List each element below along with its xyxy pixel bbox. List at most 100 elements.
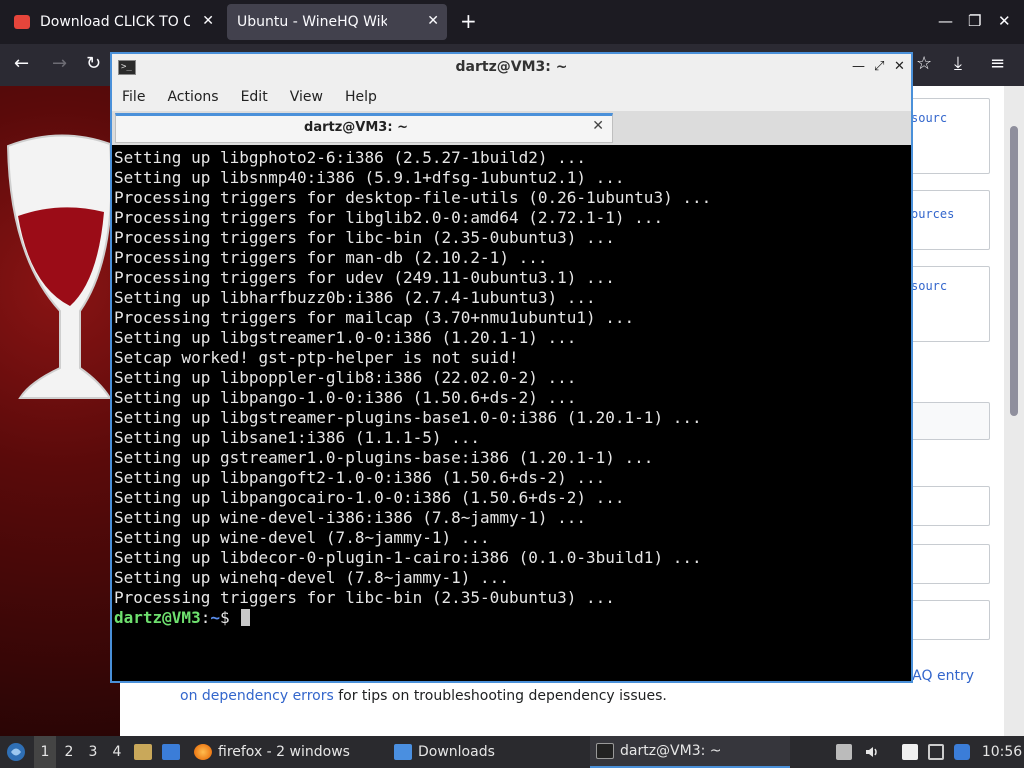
display-icon[interactable] [928,744,944,760]
clock[interactable]: 10:56 [982,736,1022,768]
menu-help[interactable]: Help [345,89,377,105]
terminal-icon [596,743,614,759]
prompt-separator: : [200,608,211,627]
task-label: Downloads [418,744,495,760]
wine-glass-logo-icon [6,134,113,399]
wiki-code-box [910,402,990,440]
dependency-errors-link[interactable]: on dependency errors [180,688,334,704]
workspace-2[interactable]: 2 [58,736,80,768]
forward-icon[interactable]: → [52,54,67,74]
browser-scrollbar[interactable] [1004,86,1024,736]
terminal-menubar: File Actions Edit View Help [112,83,911,111]
start-menu-button[interactable] [4,736,28,768]
terminal-close-button[interactable]: ✕ [894,59,905,75]
terminal-line: Setting up gstreamer1.0-plugins-base:i38… [114,448,654,467]
terminal-line: Setting up libsane1:i386 (1.1.1-5) ... [114,428,481,447]
workspace-4[interactable]: 4 [106,736,128,768]
terminal-line: Setting up libpango-1.0-0:i386 (1.50.6+d… [114,388,577,407]
wiki-code-box: sourc [910,98,990,174]
wiki-code-box: sourc [910,266,990,342]
terminal-line: Setcap worked! gst-ptp-helper is not sui… [114,348,519,367]
terminal-line: Setting up wine-devel-i386:i386 (7.8~jam… [114,508,587,527]
wiki-link[interactable]: sourc [911,279,947,293]
terminal-lines: Setting up libgphoto2-6:i386 (2.5.27-1bu… [114,148,911,608]
bookmark-star-icon[interactable]: ☆ [916,54,932,74]
prompt-user: dartz@VM3 [114,608,201,627]
terminal-line: Processing triggers for libglib2.0-0:amd… [114,208,664,227]
new-tab-button[interactable]: + [460,10,477,32]
workspace-1[interactable]: 1 [34,736,56,768]
terminal-line: Processing triggers for libc-bin (2.35-0… [114,588,615,607]
downloads-icon[interactable]: ⤓ [954,54,962,74]
browser-tab-title: Download CLICK TO CON [40,14,190,30]
terminal-line: Setting up libdecor-0-plugin-1-cairo:i38… [114,548,702,567]
maximize-button[interactable]: ❐ [968,12,981,30]
browser-tab-bar: Download CLICK TO CON ✕ Ubuntu - WineHQ … [0,0,1024,44]
terminal-line: Setting up libgstreamer1.0-0:i386 (1.20.… [114,328,577,347]
notes-icon[interactable] [902,744,918,760]
task-label: firefox - 2 windows [218,744,350,760]
terminal-line: Setting up wine-devel (7.8~jammy-1) ... [114,528,490,547]
terminal-line: Setting up libgstreamer-plugins-base1.0-… [114,408,702,427]
minimize-button[interactable]: — [938,12,953,30]
browser-tab-winehq[interactable]: Ubuntu - WineHQ Wiki ✕ [227,4,447,40]
network-icon[interactable] [954,744,970,760]
browser-tab-title: Ubuntu - WineHQ Wiki [237,14,387,30]
taskbar: 1 2 3 4 firefox - 2 windows Downloads da… [0,736,1024,768]
terminal-minimize-button[interactable]: — [852,59,865,75]
menu-file[interactable]: File [122,89,145,105]
terminal-line: Setting up libharfbuzz0b:i386 (2.7.4-1ub… [114,288,596,307]
task-downloads[interactable]: Downloads [394,736,574,768]
workspace-3[interactable]: 3 [82,736,104,768]
wine-background-image [0,86,120,736]
close-button[interactable]: ✕ [998,12,1011,30]
file-cabinet-icon [134,744,152,760]
folder-icon [394,744,412,760]
menu-view[interactable]: View [290,89,323,105]
terminal-line: Setting up libsnmp40:i386 (5.9.1+dfsg-1u… [114,168,625,187]
terminal-line: Setting up winehq-devel (7.8~jammy-1) ..… [114,568,509,587]
volume-icon[interactable] [864,744,880,760]
terminal-line: Setting up libpangoft2-1.0-0:i386 (1.50.… [114,468,606,487]
terminal-line: Setting up libgphoto2-6:i386 (2.5.27-1bu… [114,148,587,167]
clipboard-icon[interactable] [836,744,852,760]
wiki-code-box [910,486,990,526]
app-menu-icon[interactable]: ≡ [990,54,1005,74]
menu-edit[interactable]: Edit [241,89,268,105]
show-desktop-launcher[interactable] [162,736,186,768]
terminal-window: >_ dartz@VM3: ~ — ⤢ ✕ File Actions Edit … [110,52,913,683]
task-label: dartz@VM3: ~ [620,743,722,759]
terminal-tab-close-icon[interactable]: ✕ [592,118,604,134]
tab-close-icon[interactable]: ✕ [427,13,439,29]
terminal-tab[interactable]: dartz@VM3: ~ ✕ [115,113,613,143]
browser-tab-download[interactable]: Download CLICK TO CON ✕ [4,4,222,40]
prompt-symbol: $ [219,608,240,627]
menu-actions[interactable]: Actions [167,89,218,105]
wiki-code-box [910,600,990,640]
terminal-line: Setting up libpoppler-glib8:i386 (22.02.… [114,368,577,387]
terminal-line: Setting up libpangocairo-1.0-0:i386 (1.5… [114,488,625,507]
task-firefox[interactable]: firefox - 2 windows [194,736,384,768]
reload-icon[interactable]: ↻ [86,54,101,74]
site-favicon-icon [14,15,30,29]
back-icon[interactable]: ← [14,54,29,74]
file-manager-launcher[interactable] [134,736,158,768]
terminal-window-title: dartz@VM3: ~ [455,59,568,75]
terminal-maximize-button[interactable]: ⤢ [874,59,884,75]
desktop-icon [162,744,180,760]
terminal-output[interactable]: Setting up libgphoto2-6:i386 (2.5.27-1bu… [112,145,911,681]
task-terminal[interactable]: dartz@VM3: ~ [590,736,790,768]
terminal-cursor [241,609,251,626]
terminal-line: Processing triggers for udev (249.11-0ub… [114,268,615,287]
scrollbar-thumb[interactable] [1010,126,1018,416]
tab-close-icon[interactable]: ✕ [202,13,214,29]
wiki-link[interactable]: ources [911,207,954,221]
wiki-link[interactable]: sourc [911,111,947,125]
wiki-code-box: ources [910,190,990,250]
terminal-line: Processing triggers for mailcap (3.70+nm… [114,308,635,327]
faq-entry-link[interactable]: FAQ entry [905,668,974,684]
prompt-path: ~ [210,608,220,627]
terminal-titlebar[interactable]: >_ dartz@VM3: ~ — ⤢ ✕ [112,54,911,82]
terminal-line: Processing triggers for man-db (2.10.2-1… [114,248,548,267]
wiki-footer-sentence: for tips on troubleshooting dependency i… [333,688,667,704]
